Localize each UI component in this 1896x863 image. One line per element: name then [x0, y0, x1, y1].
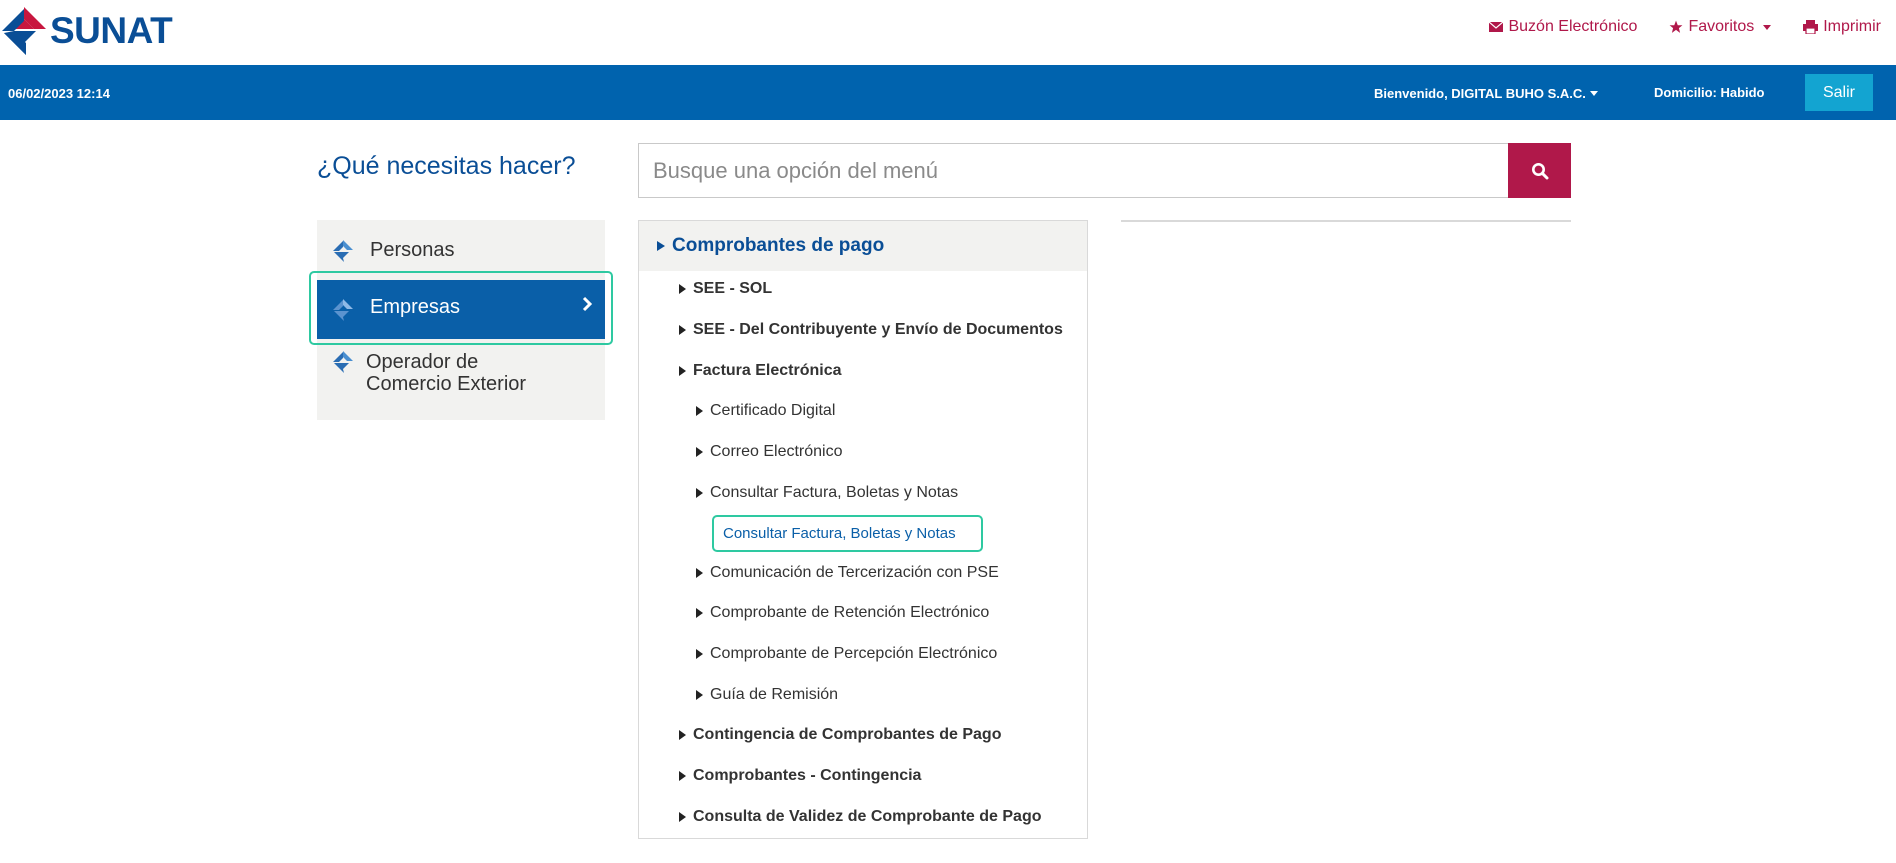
imprimir-label: Imprimir	[1823, 18, 1881, 35]
caret-right-icon	[679, 325, 686, 335]
chevron-down-icon	[1763, 24, 1772, 30]
caret-right-icon	[679, 366, 686, 376]
sunat-logo-icon	[333, 240, 353, 262]
top-header: SUNAT Buzón Electrónico Favoritos Imprim…	[0, 0, 1896, 65]
profile-menu: Personas Empresas Operador de Comercio E…	[317, 220, 605, 420]
menu-item-label: Empresas	[370, 296, 461, 318]
user-bar: 06/02/2023 12:14 Bienvenido, DIGITAL BUH…	[0, 65, 1896, 120]
tree-item-label: Contingencia de Comprobantes de Pago	[693, 726, 1002, 743]
tree-item-see-sol[interactable]: SEE - SOL	[679, 277, 772, 301]
tree-item-correo-electronico[interactable]: Correo Electrónico	[696, 440, 843, 464]
divider	[1121, 220, 1571, 222]
session-datetime: 06/02/2023 12:14	[8, 86, 110, 101]
favoritos-dropdown[interactable]: Favoritos	[1669, 18, 1772, 36]
star-icon	[1670, 20, 1683, 33]
imprimir-link[interactable]: Imprimir	[1803, 18, 1881, 36]
buzon-electronico-link[interactable]: Buzón Electrónico	[1489, 18, 1637, 36]
tree-item-label: Guía de Remisión	[710, 686, 839, 703]
menu-item-personas[interactable]: Personas	[317, 220, 605, 280]
tree-item-label: Correo Electrónico	[710, 443, 843, 460]
caret-right-icon	[679, 730, 686, 740]
caret-right-icon	[696, 447, 703, 457]
sunat-logo-icon	[333, 351, 353, 373]
page-question: ¿Qué necesitas hacer?	[317, 152, 576, 180]
tree-item-guia-remision[interactable]: Guía de Remisión	[696, 683, 838, 707]
logout-button[interactable]: Salir	[1805, 74, 1873, 111]
tree-item-factura-electronica[interactable]: Factura Electrónica	[679, 359, 842, 383]
top-links: Buzón Electrónico Favoritos Imprimir	[1489, 18, 1881, 36]
tree-header-label: Comprobantes de pago	[672, 235, 885, 256]
tree-item-label: Comprobantes - Contingencia	[693, 767, 922, 784]
tree-header-comprobantes-de-pago[interactable]: Comprobantes de pago	[639, 221, 1087, 271]
logo-text: SUNAT	[50, 10, 173, 51]
caret-right-icon	[696, 488, 703, 498]
domicilio-status: Domicilio: Habido	[1654, 85, 1765, 100]
menu-item-label-line2: Comercio Exterior	[366, 373, 527, 395]
caret-right-icon	[696, 568, 703, 578]
caret-right-icon	[696, 649, 703, 659]
caret-right-icon	[696, 608, 703, 618]
buzon-electronico-label: Buzón Electrónico	[1508, 18, 1638, 35]
tree-item-consulta-validez[interactable]: Consulta de Validez de Comprobante de Pa…	[679, 805, 1042, 829]
tree-item-label: Consultar Factura, Boletas y Notas	[710, 484, 959, 501]
tree-item-retencion-electronico[interactable]: Comprobante de Retención Electrónico	[696, 601, 989, 625]
user-menu-dropdown[interactable]: Bienvenido, DIGITAL BUHO S.A.C.	[1374, 86, 1598, 101]
search-icon	[1531, 162, 1548, 179]
sunat-logo-icon	[2, 7, 46, 55]
menu-item-empresas[interactable]: Empresas	[317, 280, 605, 339]
tree-item-comprobantes-contingencia[interactable]: Comprobantes - Contingencia	[679, 764, 921, 788]
caret-right-icon	[679, 284, 686, 294]
tree-item-certificado-digital[interactable]: Certificado Digital	[696, 399, 835, 423]
tree-item-consultar-factura[interactable]: Consultar Factura, Boletas y Notas	[696, 481, 958, 505]
tree-item-percepcion-electronico[interactable]: Comprobante de Percepción Electrónico	[696, 642, 997, 666]
link-consultar-factura-boletas-notas[interactable]: Consultar Factura, Boletas y Notas	[712, 515, 983, 552]
tree-item-label: Factura Electrónica	[693, 362, 842, 379]
welcome-text: Bienvenido, DIGITAL BUHO S.A.C.	[1374, 86, 1586, 101]
tree-item-label: Comunicación de Tercerización con PSE	[710, 564, 999, 581]
caret-right-icon	[679, 771, 686, 781]
tree-item-label: Comprobante de Retención Electrónico	[710, 604, 990, 621]
caret-right-icon	[696, 690, 703, 700]
caret-right-icon	[696, 406, 703, 416]
tree-item-tercerizacion-pse[interactable]: Comunicación de Tercerización con PSE	[696, 561, 999, 585]
chevron-right-icon	[582, 296, 593, 312]
caret-right-icon	[679, 812, 686, 822]
envelope-icon	[1489, 21, 1504, 32]
caret-right-icon	[657, 241, 665, 251]
tree-item-label: SEE - SOL	[693, 280, 773, 297]
menu-item-label-line1: Operador de	[366, 351, 479, 373]
sunat-logo[interactable]: SUNAT	[2, 6, 173, 56]
tree-item-label: Comprobante de Percepción Electrónico	[710, 645, 998, 662]
favoritos-label: Favoritos	[1688, 18, 1755, 35]
sunat-logo-icon	[333, 299, 353, 321]
menu-search	[638, 143, 1571, 198]
tree-item-label: Consulta de Validez de Comprobante de Pa…	[693, 808, 1042, 825]
printer-icon	[1803, 20, 1819, 34]
search-button[interactable]	[1508, 143, 1571, 198]
menu-item-label: Personas	[370, 239, 455, 261]
search-input[interactable]	[638, 143, 1508, 198]
menu-item-operador-comercio-exterior[interactable]: Operador de Comercio Exterior	[317, 339, 605, 420]
chevron-down-icon	[1589, 91, 1598, 96]
tree-item-contingencia-comprobantes[interactable]: Contingencia de Comprobantes de Pago	[679, 723, 1001, 747]
tree-item-label: Certificado Digital	[710, 402, 836, 419]
tree-item-see-contribuyente[interactable]: SEE - Del Contribuyente y Envío de Docum…	[679, 318, 1063, 342]
tree-item-label: SEE - Del Contribuyente y Envío de Docum…	[693, 321, 1063, 338]
